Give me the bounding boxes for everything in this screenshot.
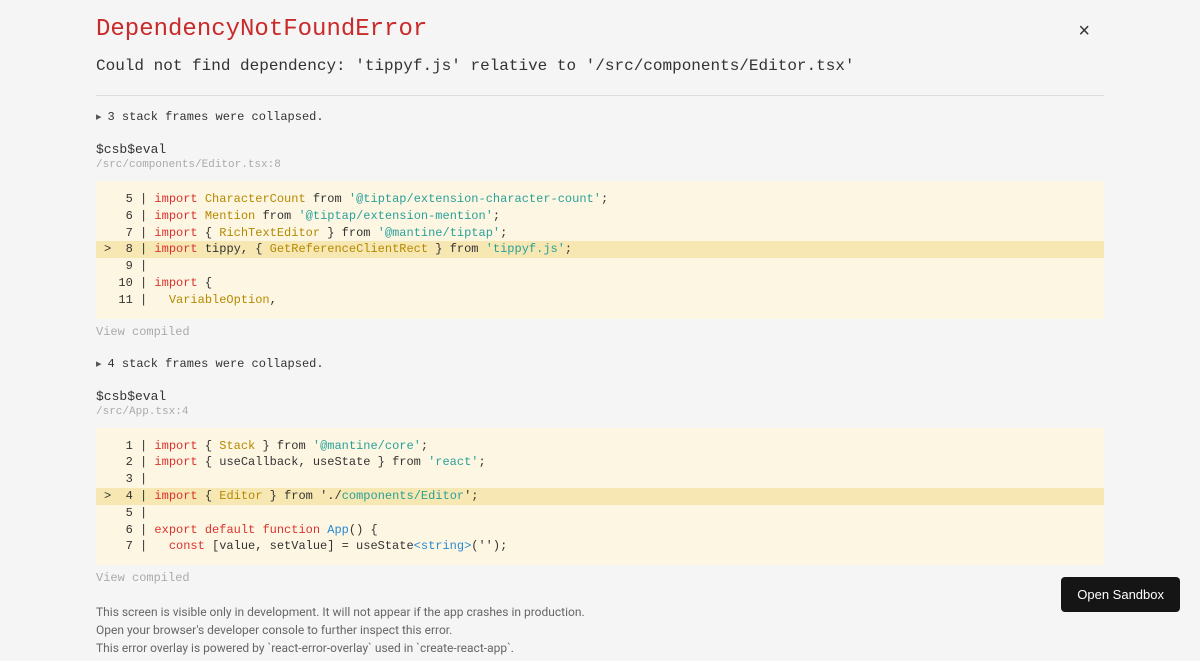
code-snippet: 1 | import { Stack } from '@mantine/core… <box>96 428 1104 566</box>
stack-frame-name: $csb$eval <box>96 142 1104 157</box>
stack-frame-name: $csb$eval <box>96 389 1104 404</box>
collapsed-frames-toggle[interactable]: 4 stack frames were collapsed. <box>96 357 1104 371</box>
error-overlay: × DependencyNotFoundError Could not find… <box>0 0 1200 657</box>
code-snippet: 5 | import CharacterCount from '@tiptap/… <box>96 181 1104 319</box>
divider <box>96 95 1104 96</box>
close-icon[interactable]: × <box>1078 20 1090 43</box>
view-compiled-link[interactable]: View compiled <box>96 571 1104 585</box>
error-title: DependencyNotFoundError <box>96 16 1104 43</box>
collapsed-frames-toggle[interactable]: 3 stack frames were collapsed. <box>96 110 1104 124</box>
stack-frame-location: /src/components/Editor.tsx:8 <box>96 159 1104 171</box>
open-sandbox-button[interactable]: Open Sandbox <box>1061 577 1180 612</box>
footer-info: This screen is visible only in developme… <box>96 603 1104 657</box>
view-compiled-link[interactable]: View compiled <box>96 325 1104 339</box>
error-message: Could not find dependency: 'tippyf.js' r… <box>96 57 1104 75</box>
stack-frame-location: /src/App.tsx:4 <box>96 406 1104 418</box>
